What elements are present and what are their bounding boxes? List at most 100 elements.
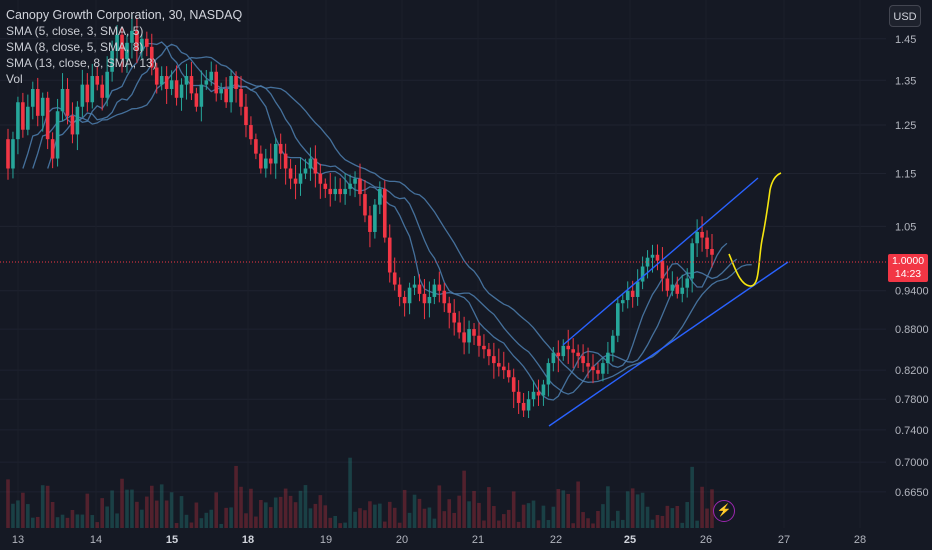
- volume-bar: [601, 504, 605, 528]
- volume-bar: [149, 485, 154, 528]
- volume-bar: [298, 490, 303, 528]
- candle-body: [611, 335, 615, 353]
- candle-body: [318, 173, 323, 184]
- volume-bar: [497, 520, 501, 528]
- volume-bar: [120, 478, 124, 528]
- candle-body: [298, 173, 303, 184]
- volume-bar: [382, 521, 387, 528]
- volume-bar: [145, 496, 149, 528]
- x-tick-label: 28: [854, 534, 866, 546]
- volume-bar: [21, 492, 25, 528]
- volume-bar: [343, 522, 347, 528]
- volume-bar: [363, 510, 367, 528]
- volume-bar: [452, 512, 456, 528]
- volume-bar: [442, 511, 447, 528]
- volume-bar: [546, 520, 551, 528]
- volume-bar: [660, 515, 665, 528]
- volume-bar: [164, 500, 169, 528]
- y-tick-label: 1.45: [895, 34, 916, 46]
- candle-body: [521, 402, 526, 411]
- volume-bar: [45, 485, 50, 528]
- candle-body: [40, 97, 45, 116]
- volume-bar: [353, 511, 357, 528]
- candle-body: [239, 88, 243, 107]
- volume-bar: [125, 489, 129, 528]
- volume-bar: [655, 515, 660, 528]
- candle-body: [308, 158, 313, 169]
- candle-body: [655, 254, 660, 261]
- chart-legend: Canopy Growth Corporation, 30, NASDAQ SM…: [6, 7, 242, 87]
- y-tick-label: 0.7400: [895, 425, 929, 437]
- candle-body: [60, 88, 65, 112]
- candle-body: [363, 194, 367, 216]
- x-tick-label: 20: [396, 534, 408, 546]
- volume-bar: [254, 516, 258, 528]
- candle-body: [278, 143, 283, 154]
- volume-bar: [625, 491, 630, 528]
- candle-body: [556, 352, 561, 357]
- volume-bar: [328, 517, 333, 528]
- candle-body: [457, 322, 461, 333]
- volume-bar: [110, 490, 114, 528]
- volume-bar: [472, 490, 476, 528]
- candle-body: [55, 111, 60, 159]
- candle-body: [50, 139, 55, 159]
- candle-body: [630, 290, 635, 297]
- volume-bar: [70, 509, 75, 528]
- volume-bar: [204, 512, 209, 528]
- volume-bar: [130, 489, 134, 528]
- candle-body: [501, 366, 506, 371]
- candle-body: [705, 237, 709, 249]
- volume-bar: [323, 505, 328, 528]
- volume-bar: [229, 507, 233, 528]
- candle-body: [620, 300, 625, 304]
- candle-body: [80, 84, 85, 107]
- legend-sma-8[interactable]: SMA (8, close, 5, SMA, 8): [6, 39, 242, 55]
- volume-bar: [288, 495, 293, 528]
- volume-bar: [249, 488, 253, 528]
- candle-body: [492, 356, 496, 364]
- currency-button[interactable]: USD: [889, 5, 921, 27]
- candle-body: [333, 188, 338, 195]
- candle-body: [427, 296, 432, 304]
- x-tick-label: 15: [166, 534, 178, 546]
- legend-sma-5[interactable]: SMA (5, close, 3, SMA, 5): [6, 23, 242, 39]
- volume-bar: [571, 523, 575, 528]
- candle-body: [75, 106, 80, 135]
- volume-bar: [348, 457, 352, 528]
- volume-bar: [318, 495, 323, 528]
- legend-sma-13[interactable]: SMA (13, close, 8, SMA, 13): [6, 55, 242, 71]
- volume-bar: [159, 484, 164, 528]
- candle-body: [16, 102, 20, 140]
- volume-bar: [665, 505, 670, 528]
- candle-body: [591, 366, 595, 371]
- candle-body: [700, 231, 704, 238]
- volume-bar: [278, 496, 283, 528]
- volume-bar: [75, 514, 80, 528]
- candle-body: [26, 106, 30, 130]
- candle-body: [710, 248, 714, 255]
- volume-bar: [214, 492, 219, 528]
- candle-body: [303, 168, 308, 174]
- candle-body: [462, 332, 466, 343]
- volume-bar: [234, 465, 238, 528]
- lightning-icon[interactable]: ⚡: [713, 500, 735, 522]
- volume-bar: [635, 494, 640, 528]
- volume-bar: [105, 506, 109, 528]
- candle-body: [378, 188, 382, 205]
- candle-body: [576, 352, 580, 357]
- candle-body: [219, 88, 223, 94]
- x-tick-label: 26: [700, 534, 712, 546]
- x-tick-label: 27: [778, 534, 790, 546]
- volume-bar: [457, 495, 461, 528]
- candle-body: [487, 349, 491, 357]
- legend-volume[interactable]: Vol: [6, 71, 242, 87]
- y-tick-label: 0.7000: [895, 457, 929, 469]
- volume-bar: [368, 501, 372, 528]
- volume-bar: [437, 485, 442, 528]
- candle-body: [358, 178, 362, 195]
- candle-body: [70, 115, 75, 135]
- candle-body: [422, 293, 427, 304]
- volume-bar: [581, 512, 585, 528]
- candle-body: [224, 88, 228, 103]
